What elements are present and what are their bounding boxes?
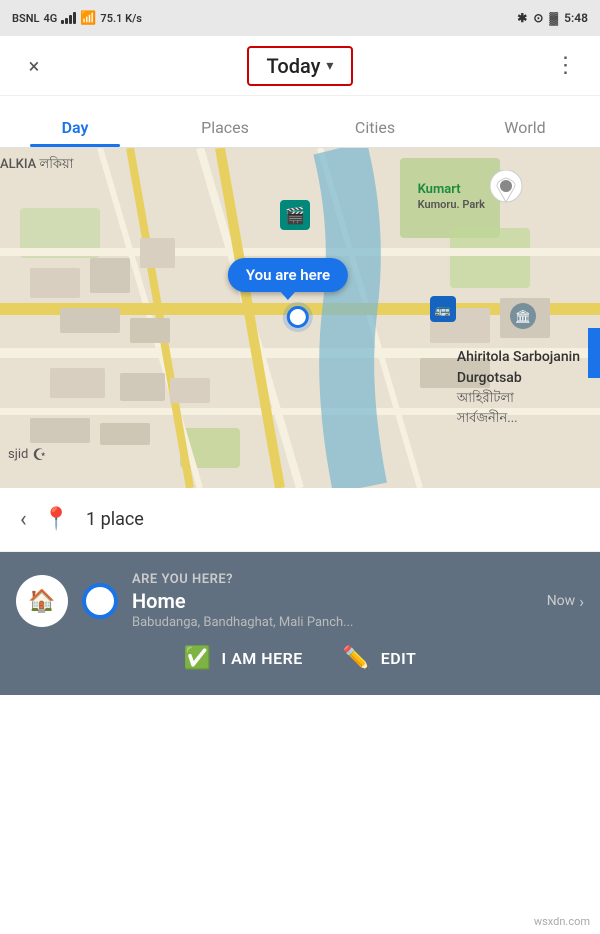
today-dropdown[interactable]: Today ▾ (247, 46, 354, 86)
edit-label: EDIT (381, 649, 417, 668)
current-location-icon (82, 583, 118, 619)
bar3 (69, 15, 72, 24)
location-address: Babudanga, Bandhaghat, Mali Panch... (132, 615, 584, 630)
masjid-map-label: sjid ☪ (8, 445, 47, 464)
svg-text:🏛: 🏛 (515, 309, 532, 325)
bottom-card: 🏠 ARE YOU HERE? Home Now › Babudanga, Ba… (0, 552, 600, 695)
close-button[interactable]: × (16, 48, 52, 84)
tab-cities[interactable]: Cities (300, 118, 450, 147)
action-buttons-row: ✅ I AM HERE ✏️ EDIT (16, 646, 584, 671)
ahiritola-map-label: Ahiritola Sarbojanin Durgotsab আহিরীটলা … (457, 347, 580, 428)
carrier-label: BSNL (12, 12, 39, 25)
bar2 (65, 18, 68, 24)
status-right: ✱ ⊙ ▓ 5:48 (517, 11, 588, 25)
tab-world[interactable]: World (450, 118, 600, 147)
watermark: wsxdn.com (534, 915, 590, 928)
svg-text:🚌: 🚌 (435, 303, 451, 318)
tabs-bar: Day Places Cities World (0, 96, 600, 148)
alkia-map-label: ALKIA লকিয়া (0, 156, 73, 174)
status-bar: BSNL 4G 📶 75.1 K/s ✱ ⊙ ▓ 5:48 (0, 0, 600, 36)
speed-label: 75.1 K/s (100, 12, 142, 25)
more-options-button[interactable]: ⋮ (548, 48, 584, 84)
i-am-here-label: I AM HERE (222, 649, 303, 668)
network-label: 4G (43, 12, 57, 25)
header: × Today ▾ ⋮ (0, 36, 600, 96)
status-left: BSNL 4G 📶 75.1 K/s (12, 11, 142, 26)
tab-places[interactable]: Places (150, 118, 300, 147)
wifi-icon: 📶 (80, 11, 96, 26)
edit-button[interactable]: ✏️ EDIT (343, 646, 417, 671)
i-am-here-button[interactable]: ✅ I AM HERE (184, 646, 303, 671)
location-name: Home (132, 589, 186, 613)
tab-day[interactable]: Day (0, 118, 150, 147)
location-info: ARE YOU HERE? Home Now › Babudanga, Band… (132, 572, 584, 630)
user-location-dot (287, 306, 309, 328)
location-row: 🏠 ARE YOU HERE? Home Now › Babudanga, Ba… (16, 572, 584, 630)
edit-icon: ✏️ (343, 646, 371, 671)
home-icon: 🏠 (28, 589, 55, 614)
bar4 (73, 12, 76, 24)
dropdown-arrow: ▾ (326, 58, 333, 74)
svg-text:🎬: 🎬 (285, 206, 305, 225)
pin-icon: 📍 (43, 507, 70, 532)
time-label: 5:48 (564, 11, 588, 25)
check-circle-icon: ✅ (184, 646, 212, 671)
place-bar: ‹ 📍 1 place (0, 488, 600, 552)
battery-icon: ▓ (549, 11, 558, 25)
location-icon: ⊙ (533, 11, 543, 25)
place-count-label: 1 place (86, 509, 144, 530)
kumart-park-label: Kumoru. Park (418, 198, 485, 211)
home-icon-circle: 🏠 (16, 575, 68, 627)
bar1 (61, 20, 64, 24)
map-area[interactable]: 🎬 🚌 🏛 ALKIA লকিয়া Kumart Kumoru. Park Y… (0, 148, 600, 488)
now-label: Now › (547, 592, 584, 611)
you-are-here-bubble: You are here (228, 258, 348, 292)
back-button[interactable]: ‹ (20, 507, 27, 532)
location-pin-icon (488, 170, 524, 216)
location-name-row: Home Now › (132, 589, 584, 613)
chevron-right-icon: › (579, 592, 584, 611)
kumart-map-label: Kumart Kumoru. Park (418, 182, 485, 212)
signal-bars (61, 12, 76, 24)
bluetooth-icon: ✱ (517, 11, 527, 25)
today-label: Today (267, 54, 321, 78)
are-you-here-label: ARE YOU HERE? (132, 572, 584, 587)
